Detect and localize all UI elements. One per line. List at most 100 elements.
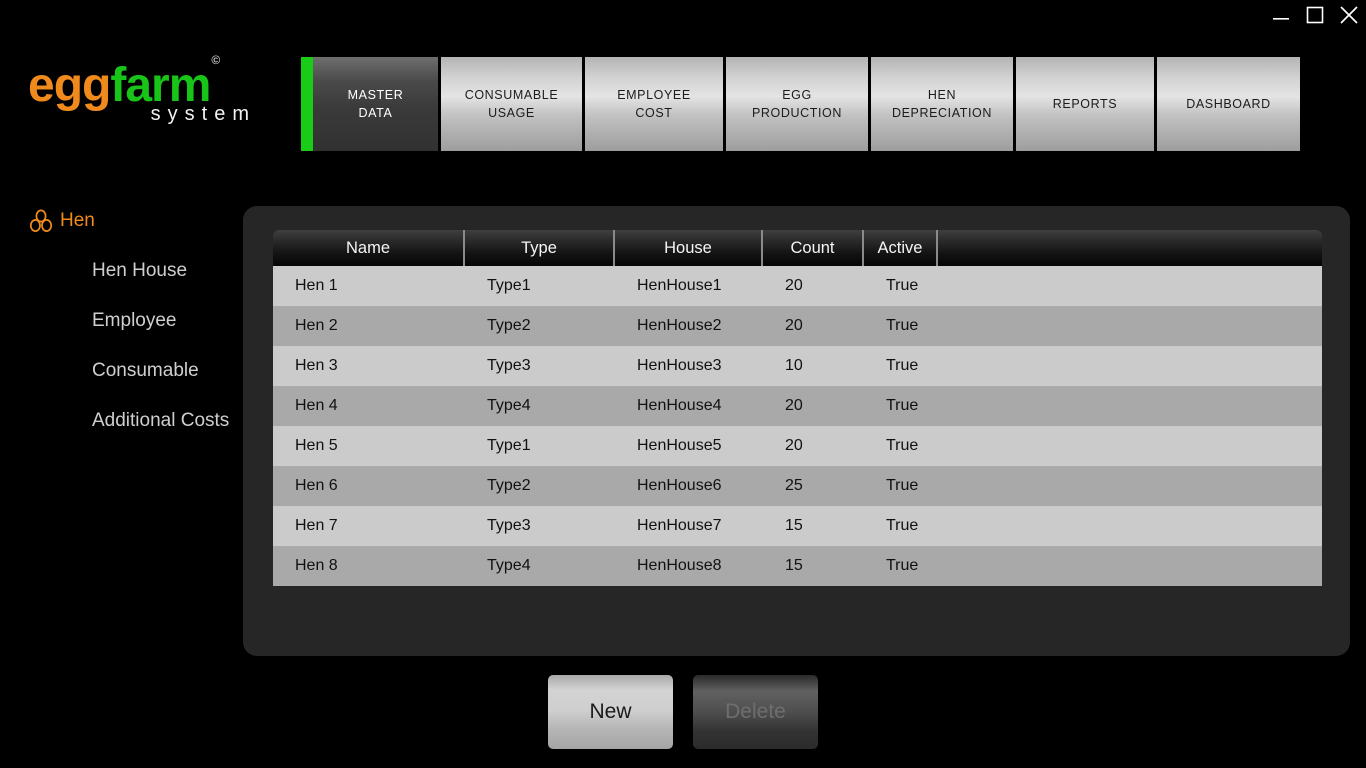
cell-house: HenHouse7 — [637, 517, 722, 534]
cell-house: HenHouse4 — [637, 397, 722, 414]
cell-type: Type4 — [487, 557, 531, 574]
column-header-house[interactable]: House — [615, 230, 763, 266]
tab-consumable-usage-line1: CONSUMABLE — [464, 87, 559, 102]
cell-name: Hen 2 — [295, 317, 338, 334]
tab-consumable-usage[interactable]: CONSUMABLE USAGE — [441, 57, 582, 151]
table-row[interactable]: Hen 5 Type1 HenHouse5 20 True — [273, 426, 1322, 466]
sidebar-item-additional-costs-label: Additional Costs — [92, 410, 230, 431]
tab-egg-production-line2: PRODUCTION — [751, 106, 843, 120]
sidebar-item-employee[interactable]: Employee — [0, 296, 236, 346]
active-tab-indicator — [301, 57, 313, 151]
cell-count: 25 — [785, 477, 803, 494]
table-body: Hen 1 Type1 HenHouse1 20 True Hen 2 Type… — [273, 266, 1322, 586]
column-header-filler — [938, 230, 1322, 266]
cell-name: Hen 6 — [295, 477, 338, 494]
cell-house: HenHouse6 — [637, 477, 722, 494]
cell-filler — [938, 506, 1322, 546]
cell-name: Hen 1 — [295, 277, 338, 294]
cell-count: 10 — [785, 357, 803, 374]
close-icon — [1340, 6, 1358, 24]
cell-filler — [938, 426, 1322, 466]
minimize-button[interactable] — [1264, 0, 1298, 30]
tab-employee-cost-line2: COST — [635, 106, 673, 120]
table-row[interactable]: Hen 6 Type2 HenHouse6 25 True — [273, 466, 1322, 506]
tab-egg-production-line1: EGG — [782, 87, 812, 102]
cell-name: Hen 7 — [295, 517, 338, 534]
table-row[interactable]: Hen 3 Type3 HenHouse3 10 True — [273, 346, 1322, 386]
cell-count: 20 — [785, 317, 803, 334]
cell-active: True — [886, 517, 919, 534]
app-logo: eggfarm© system — [28, 54, 278, 142]
cell-active: True — [886, 317, 919, 334]
tab-reports[interactable]: REPORTS — [1016, 57, 1154, 151]
tab-master-data-line2: DATA — [358, 106, 393, 120]
close-button[interactable] — [1332, 0, 1366, 30]
cell-filler — [938, 306, 1322, 346]
delete-button: Delete — [693, 675, 818, 749]
table-row[interactable]: Hen 7 Type3 HenHouse7 15 True — [273, 506, 1322, 546]
cell-house: HenHouse2 — [637, 317, 722, 334]
column-header-type[interactable]: Type — [465, 230, 615, 266]
table-header-row: Name Type House Count Active — [273, 230, 1322, 266]
column-header-active[interactable]: Active — [864, 230, 938, 266]
cell-type: Type3 — [487, 517, 531, 534]
tab-employee-cost[interactable]: EMPLOYEE COST — [585, 57, 723, 151]
cell-active: True — [886, 437, 919, 454]
table-row[interactable]: Hen 2 Type2 HenHouse2 20 True — [273, 306, 1322, 346]
cell-filler — [938, 466, 1322, 506]
sidebar-item-consumable-label: Consumable — [92, 360, 199, 381]
cell-name: Hen 8 — [295, 557, 338, 574]
cell-house: HenHouse1 — [637, 277, 722, 294]
tab-egg-production[interactable]: EGG PRODUCTION — [726, 57, 868, 151]
sidebar-item-hen-house-label: Hen House — [92, 260, 188, 281]
title-bar — [0, 0, 1366, 30]
cell-active: True — [886, 557, 919, 574]
tab-reports-label: REPORTS — [1052, 96, 1118, 111]
cell-type: Type3 — [487, 357, 531, 374]
cell-filler — [938, 386, 1322, 426]
cell-active: True — [886, 357, 919, 374]
cell-type: Type2 — [487, 477, 531, 494]
tab-hen-depreciation-line1: HEN — [927, 87, 957, 102]
column-header-count[interactable]: Count — [763, 230, 864, 266]
eggs-cluster-icon — [28, 209, 60, 233]
cell-filler — [938, 546, 1322, 586]
cell-count: 20 — [785, 277, 803, 294]
cell-active: True — [886, 477, 919, 494]
copyright-icon: © — [211, 53, 220, 67]
action-bar: New Delete — [0, 675, 1366, 749]
table-row[interactable]: Hen 1 Type1 HenHouse1 20 True — [273, 266, 1322, 306]
sidebar-item-hen[interactable]: Hen — [0, 196, 236, 246]
sidebar-item-hen-label: Hen — [60, 210, 95, 231]
tab-dashboard-label: DASHBOARD — [1186, 96, 1271, 111]
cell-count: 20 — [785, 397, 803, 414]
cell-count: 15 — [785, 557, 803, 574]
sidebar-item-employee-label: Employee — [92, 310, 177, 331]
hen-data-grid: Name Type House Count Active Hen 1 Type1… — [273, 230, 1322, 586]
cell-filler — [938, 346, 1322, 386]
cell-name: Hen 4 — [295, 397, 338, 414]
cell-active: True — [886, 397, 919, 414]
column-header-name[interactable]: Name — [273, 230, 465, 266]
minimize-icon — [1273, 18, 1289, 20]
cell-filler — [938, 266, 1322, 306]
application-window: eggfarm© system MASTER DATA CONSUMABLE U… — [0, 0, 1366, 768]
cell-count: 20 — [785, 437, 803, 454]
table-row[interactable]: Hen 8 Type4 HenHouse8 15 True — [273, 546, 1322, 586]
cell-type: Type1 — [487, 277, 531, 294]
new-button[interactable]: New — [548, 675, 673, 749]
cell-type: Type4 — [487, 397, 531, 414]
table-row[interactable]: Hen 4 Type4 HenHouse4 20 True — [273, 386, 1322, 426]
sidebar-item-additional-costs[interactable]: Additional Costs — [0, 396, 236, 446]
cell-type: Type2 — [487, 317, 531, 334]
logo-text-egg: egg — [28, 59, 111, 112]
cell-name: Hen 5 — [295, 437, 338, 454]
main-tabbar: MASTER DATA CONSUMABLE USAGE EMPLOYEE CO… — [301, 57, 1303, 151]
tab-hen-depreciation[interactable]: HEN DEPRECIATION — [871, 57, 1013, 151]
tab-dashboard[interactable]: DASHBOARD — [1157, 57, 1300, 151]
tab-consumable-usage-line2: USAGE — [488, 106, 535, 120]
maximize-button[interactable] — [1298, 0, 1332, 30]
sidebar-item-consumable[interactable]: Consumable — [0, 346, 236, 396]
sidebar-item-hen-house[interactable]: Hen House — [0, 246, 236, 296]
tab-master-data[interactable]: MASTER DATA — [301, 57, 438, 151]
